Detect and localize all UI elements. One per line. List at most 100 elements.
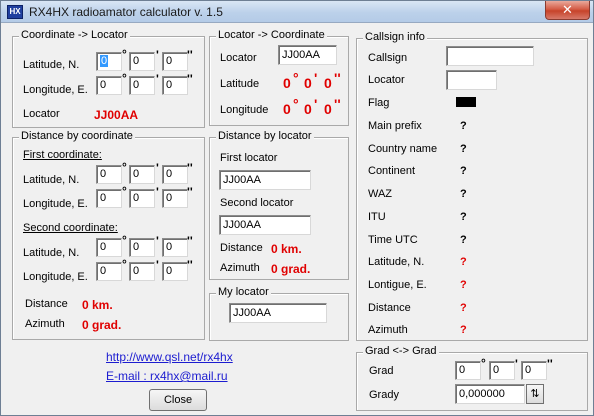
grady-label: Grady: [369, 389, 399, 401]
sec-symbol: '': [187, 48, 193, 62]
ci-row-label: Distance: [368, 302, 411, 314]
dbc-first-lon-sec-input[interactable]: 0: [162, 189, 188, 208]
grady-spin-button[interactable]: ⇅: [526, 384, 544, 404]
min-symbol: ': [156, 185, 159, 199]
ci-row-label: Country name: [368, 143, 438, 155]
dbc-first-lat-deg-input[interactable]: 0: [96, 165, 122, 184]
dbc-azimuth-value: 0 grad.: [82, 318, 122, 332]
l2c-latitude-label: Latitude: [220, 78, 260, 90]
c2l-lat-deg-input[interactable]: 0: [96, 52, 122, 71]
ci-row-value: ?: [460, 120, 467, 132]
dbc-second-lon-min-input[interactable]: 0: [129, 262, 155, 281]
dbc-first-lat-sec-input[interactable]: 0: [162, 165, 188, 184]
sec-symbol: '': [187, 185, 193, 199]
sec-symbol: '': [187, 161, 193, 175]
dbc-first-lat-min-input[interactable]: 0: [129, 165, 155, 184]
title-bar: HX RX4HX radioamator calculator v. 1.5 ✕: [1, 1, 593, 23]
first-coordinate-label: First coordinate:: [23, 149, 102, 161]
c2l-lon-sec-input[interactable]: 0: [162, 76, 188, 95]
min-symbol: ': [156, 234, 159, 248]
dbc-second-lat-min-input[interactable]: 0: [129, 238, 155, 257]
dbl-first-locator-input[interactable]: JJ00AA: [219, 170, 311, 190]
dbc-second-lat-sec-input[interactable]: 0: [162, 238, 188, 257]
dbc-second-lon-sec-input[interactable]: 0: [162, 262, 188, 281]
dbc-first-lon-deg-input[interactable]: 0: [96, 189, 122, 208]
l2c-longitude-label: Longitude: [220, 104, 269, 116]
deg-symbol: °: [481, 356, 486, 370]
l2c-lat-min-value: 0: [304, 75, 312, 91]
sec-symbol: '': [334, 96, 341, 112]
c2l-lon-deg-input[interactable]: 0: [96, 76, 122, 95]
ci-row-value: ?: [460, 279, 467, 291]
ci-row-label: WAZ: [368, 188, 393, 200]
distance-by-locator-title: Distance by locator: [216, 130, 314, 142]
min-symbol: ': [156, 48, 159, 62]
grady-input[interactable]: 0,000000: [455, 384, 525, 404]
min-symbol: ': [515, 357, 518, 371]
dbc-second-lon-deg-input[interactable]: 0: [96, 262, 122, 281]
c2l-lon-min-input[interactable]: 0: [129, 76, 155, 95]
ci-row-value: ?: [460, 211, 467, 223]
ci-row-value: ?: [460, 302, 467, 314]
c2l-longitude-label: Longitude, E.: [23, 84, 88, 96]
callsign-info-title: Callsign info: [363, 31, 427, 43]
website-link[interactable]: http://www.qsl.net/rx4hx: [106, 350, 233, 364]
dbc-second-lat-deg-input[interactable]: 0: [96, 238, 122, 257]
c2l-locator-value: JJ00AA: [94, 108, 139, 122]
deg-symbol: °: [122, 233, 127, 247]
ci-row-value: ?: [460, 165, 467, 177]
l2c-lat-sec-value: 0: [324, 75, 332, 91]
grad-min-input[interactable]: 0: [489, 361, 515, 380]
dbl-distance-value: 0 km.: [271, 242, 302, 256]
dbl-second-locator-label: Second locator: [220, 197, 294, 209]
flag-label: Flag: [368, 97, 390, 109]
ci-row-label: Continent: [368, 165, 416, 177]
grad-sec-input[interactable]: 0: [521, 361, 547, 380]
deg-symbol: °: [122, 160, 127, 174]
ci-row-label: ITU: [368, 211, 386, 223]
dbl-second-locator-input[interactable]: JJ00AA: [219, 215, 311, 235]
l2c-lon-deg-value: 0: [283, 101, 291, 117]
dbl-azimuth-value: 0 grad.: [271, 262, 311, 276]
grad-label: Grad: [369, 365, 394, 377]
callsign-label: Callsign: [368, 52, 408, 64]
l2c-locator-input[interactable]: JJ00AA: [278, 45, 337, 65]
close-button[interactable]: Close: [149, 389, 207, 411]
ci-row-label: Latitude, N.: [368, 256, 425, 268]
app-icon: HX: [7, 5, 23, 19]
deg-symbol: °: [293, 96, 299, 112]
locator-to-coord-title: Locator -> Coordinate: [216, 29, 327, 41]
app-window: HX RX4HX radioamator calculator v. 1.5 ✕…: [0, 0, 594, 416]
c2l-latitude-label: Latitude, N.: [23, 59, 80, 71]
min-symbol: ': [156, 72, 159, 86]
ci-row-label: Lontigue, E.: [368, 279, 427, 291]
l2c-lon-sec-value: 0: [324, 101, 332, 117]
ci-row-value: ?: [460, 324, 467, 336]
dbc-first-longitude-label: Longitude, E.: [23, 198, 88, 210]
dbl-first-locator-label: First locator: [220, 152, 278, 164]
my-locator-input[interactable]: JJ00AA: [229, 303, 327, 323]
grad-deg-input[interactable]: 0: [455, 361, 481, 380]
callsign-input[interactable]: [446, 46, 534, 66]
dbc-second-longitude-label: Longitude, E.: [23, 271, 88, 283]
dbc-first-lon-min-input[interactable]: 0: [129, 189, 155, 208]
ci-row-value: ?: [460, 143, 467, 155]
my-locator-title: My locator: [216, 286, 271, 298]
ci-locator-label: Locator: [368, 74, 405, 86]
dbc-first-latitude-label: Latitude, N.: [23, 174, 80, 186]
dbc-azimuth-label: Azimuth: [25, 318, 65, 330]
deg-symbol: °: [293, 70, 299, 86]
ci-locator-input[interactable]: [446, 70, 497, 90]
c2l-lat-min-input[interactable]: 0: [129, 52, 155, 71]
sec-symbol: '': [187, 258, 193, 272]
deg-symbol: °: [122, 47, 127, 61]
dbc-distance-label: Distance: [25, 298, 68, 310]
dbl-azimuth-label: Azimuth: [220, 262, 260, 274]
distance-by-coordinate-title: Distance by coordinate: [19, 130, 135, 142]
window-close-button[interactable]: ✕: [545, 1, 590, 20]
email-link[interactable]: E-mail : rx4hx@mail.ru: [106, 369, 228, 383]
c2l-lat-sec-input[interactable]: 0: [162, 52, 188, 71]
deg-symbol: °: [122, 257, 127, 271]
min-symbol: ': [314, 96, 318, 112]
grad-converter-title: Grad <-> Grad: [363, 345, 439, 357]
